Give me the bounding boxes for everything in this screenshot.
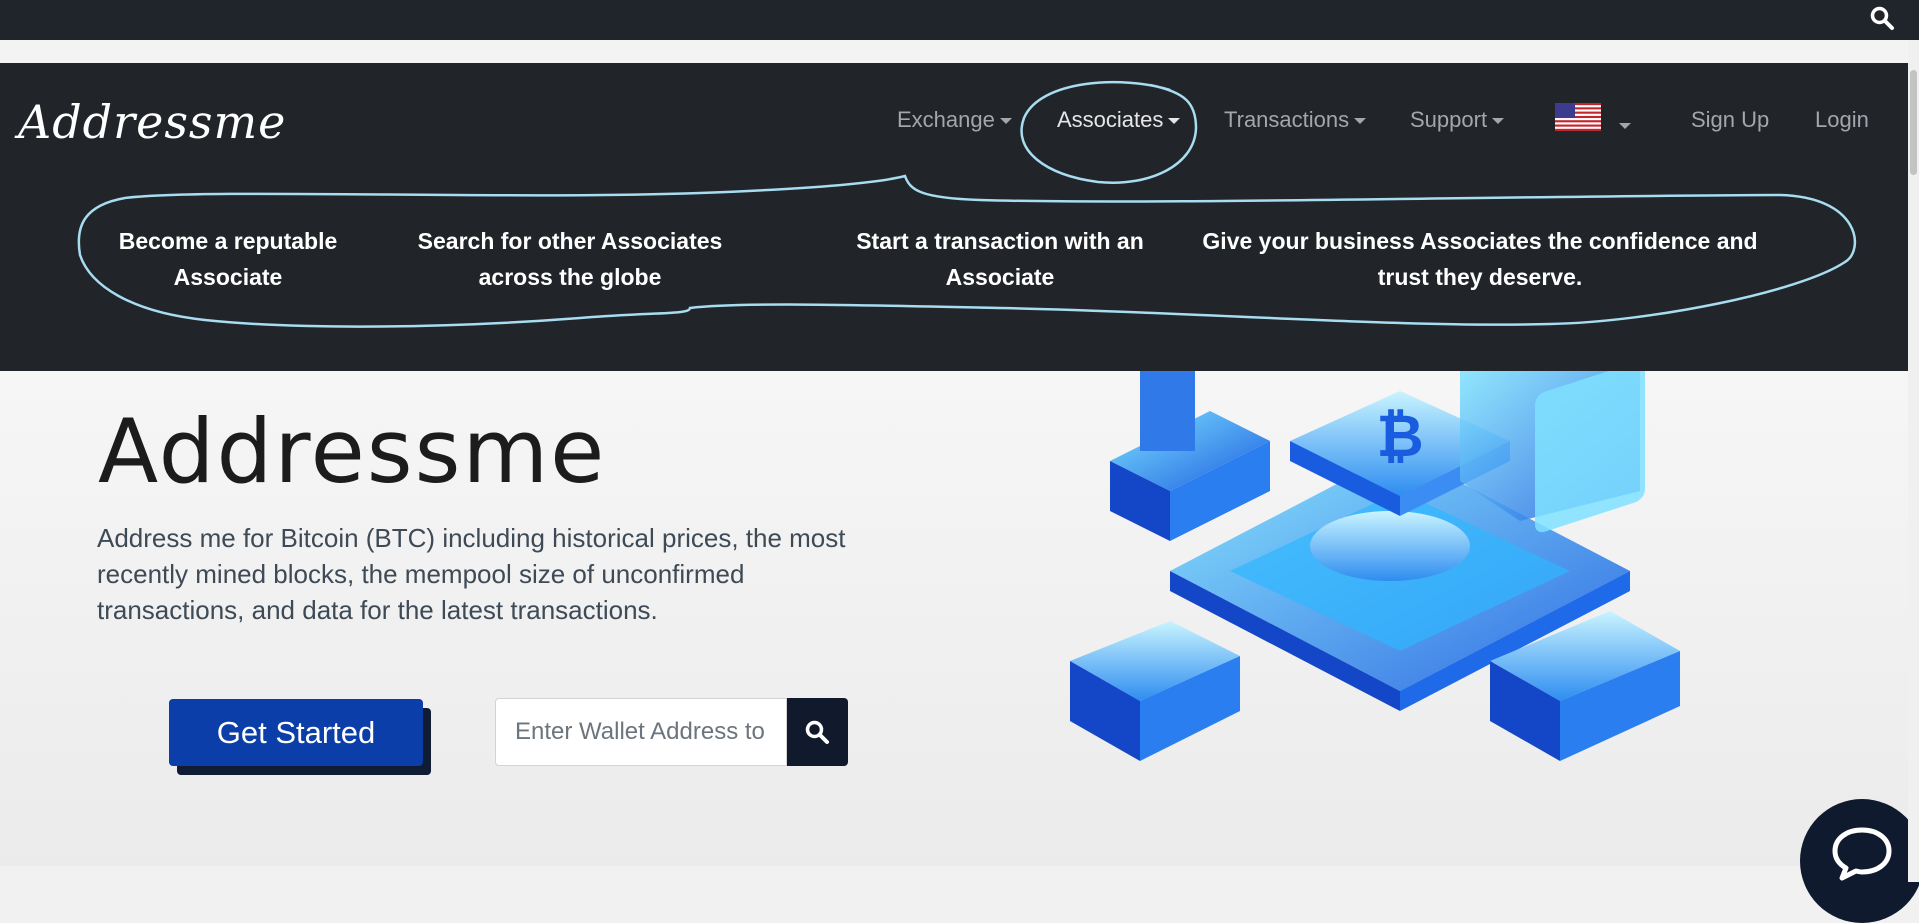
svg-text:₿: ₿	[1376, 402, 1423, 470]
hero-description: Address me for Bitcoin (BTC) including h…	[97, 523, 846, 625]
top-bar	[0, 0, 1919, 40]
nav-transactions[interactable]: Transactions	[1224, 107, 1367, 133]
nav-associates[interactable]: Associates	[1057, 107, 1181, 133]
scrollbar[interactable]	[1908, 40, 1919, 882]
search-icon[interactable]	[1869, 5, 1895, 31]
nav-support[interactable]: Support	[1410, 107, 1505, 133]
nav-signup[interactable]: Sign Up	[1691, 107, 1769, 133]
bitcoin-network-illustration: ₿	[1070, 371, 1680, 761]
associates-menu-item-4[interactable]: Give your business Associates the confid…	[1180, 223, 1780, 295]
nav-login[interactable]: Login	[1815, 107, 1869, 133]
chat-widget-button[interactable]	[1800, 799, 1919, 923]
nav-exchange-label: Exchange	[897, 107, 995, 132]
chat-icon	[1832, 827, 1892, 881]
hero-title: Addressme	[98, 400, 607, 503]
associates-menu-item-1[interactable]: Become a reputable Associate	[112, 223, 344, 295]
get-started-button[interactable]: Get Started	[169, 699, 423, 766]
chevron-down-icon	[1168, 118, 1181, 125]
chevron-down-icon	[999, 118, 1012, 125]
nav-exchange[interactable]: Exchange	[897, 107, 1012, 133]
brand-logo[interactable]: Addressme	[18, 95, 286, 149]
wallet-search-button[interactable]	[787, 698, 848, 766]
nav-associates-label: Associates	[1057, 107, 1164, 132]
associates-menu-item-3[interactable]: Start a transaction with an Associate	[850, 223, 1150, 295]
language-chevron-icon[interactable]	[1619, 123, 1631, 129]
header-gap	[0, 40, 1908, 63]
nav-transactions-label: Transactions	[1224, 107, 1350, 132]
associates-menu-item-2[interactable]: Search for other Associates across the g…	[390, 223, 750, 295]
chevron-down-icon	[1492, 118, 1505, 125]
wallet-address-input[interactable]: Enter Wallet Address to	[495, 698, 787, 766]
chevron-down-icon	[1354, 118, 1367, 125]
us-flag-icon[interactable]	[1555, 103, 1601, 131]
search-icon	[805, 720, 829, 744]
scrollbar-thumb[interactable]	[1910, 70, 1917, 175]
nav-support-label: Support	[1410, 107, 1488, 132]
